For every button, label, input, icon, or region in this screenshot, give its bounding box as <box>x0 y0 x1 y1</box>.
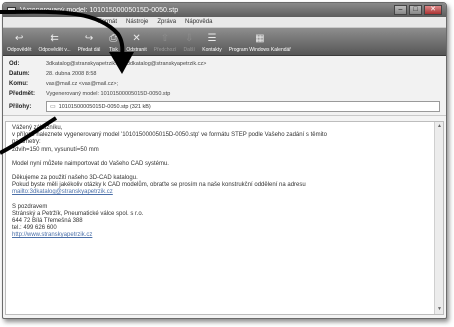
body-line: zdvih=150 mm, vysunutí=50 mm <box>12 146 99 153</box>
message-body[interactable]: Vážený zákazníku, v příloze naleznete vy… <box>5 121 444 315</box>
reply-all-button[interactable]: ⇇ Odpovědět v... <box>38 33 70 53</box>
body-line: Model nyní můžete naimportovat do Vašeho… <box>12 160 169 167</box>
reply-label: Odpovědět <box>7 47 32 53</box>
reply-button[interactable]: ↩ Odpovědět <box>7 33 31 53</box>
subject-value: Vygenerovaný model: 10101500005015D-0050… <box>46 91 171 97</box>
header-subject: Předmět: Vygenerovaný model: 10101500005… <box>9 89 440 99</box>
closing: S pozdravem <box>12 203 48 210</box>
greeting: Vážený zákazníku, <box>12 125 63 131</box>
to-value[interactable]: vas@mail.cz <vas@mail.cz>; <box>46 81 118 87</box>
header-from: Od: 3dkatalog@stranskyapetrzik.cz <3dkat… <box>9 59 440 69</box>
to-label: Komu: <box>9 81 28 87</box>
message-headers: Od: 3dkatalog@stranskyapetrzik.cz <3dkat… <box>3 56 446 116</box>
message-icon <box>7 6 16 14</box>
contacts-label: Kontakty <box>202 47 222 53</box>
previous-icon: ⇧ <box>160 33 170 44</box>
from-value[interactable]: 3dkatalog@stranskyapetrzik.cz <3dkatalog… <box>46 61 206 67</box>
menu-format[interactable]: Formát <box>98 19 117 25</box>
contacts-icon: ☰ <box>207 33 217 44</box>
print-button[interactable]: ⎙ Tisk <box>107 33 119 53</box>
next-label: Další <box>183 47 195 53</box>
header-date: Datum: 28. dubna 2008 8:58 <box>9 69 440 79</box>
menu-tools[interactable]: Nástroje <box>126 19 148 25</box>
reply-all-label: Odpovědět v... <box>38 47 71 53</box>
calendar-icon: ▦ <box>255 33 265 44</box>
reply-all-icon: ⇇ <box>50 33 59 44</box>
scroll-down-icon[interactable]: ▼ <box>435 305 443 314</box>
attachments-label: Přílohy: <box>9 103 32 110</box>
menu-bar: Formát Nástroje Zpráva Nápověda <box>3 17 446 28</box>
header-attachments: Přílohy: ▭ 10101500005015D-0050.stp (321… <box>9 100 440 113</box>
reply-icon: ↩ <box>15 33 24 44</box>
website-link[interactable]: http://www.stranskyapetrzik.cz <box>12 232 92 238</box>
forward-button[interactable]: ↪ Předat dál <box>78 33 101 53</box>
window-title: Vygenerovaný model: 10101500005015D-0050… <box>20 6 179 14</box>
email-link[interactable]: mailto:3dkatalog@stranskyapetrzik.cz <box>12 189 113 195</box>
date-label: Datum: <box>9 71 30 77</box>
calendar-label: Program Windows Kalendář <box>228 47 291 53</box>
menu-message[interactable]: Zpráva <box>157 19 176 25</box>
body-line: parametry: <box>12 139 41 146</box>
subject-label: Předmět: <box>9 91 36 97</box>
forward-label: Předat dál <box>77 47 101 53</box>
next-button[interactable]: ⇩ Další <box>183 33 195 53</box>
toolbar: ↩ Odpovědět ⇇ Odpovědět v... ↪ Předat dá… <box>3 28 446 56</box>
menu-help[interactable]: Nápověda <box>185 19 212 25</box>
delete-button[interactable]: ✕ Odstranit <box>126 33 146 53</box>
next-icon: ⇩ <box>185 33 194 44</box>
previous-button[interactable]: ⇧ Předchozí <box>154 33 177 53</box>
body-line: v příloze naleznete vygenerovaný model '… <box>12 132 327 139</box>
signature-line: tel.: 499 626 600 <box>12 225 57 232</box>
title-bar[interactable]: Vygenerovaný model: 10101500005015D-0050… <box>3 3 446 17</box>
previous-label: Předchozí <box>153 47 177 53</box>
delete-label: Odstranit <box>126 47 147 53</box>
date-value: 28. dubna 2008 8:58 <box>46 71 97 77</box>
header-to: Komu: vas@mail.cz <vas@mail.cz>; <box>9 79 440 89</box>
signature-line: 644 72 Bílá Třemešná 388 <box>12 218 83 225</box>
attachment-item[interactable]: ▭ 10101500005015D-0050.stp (321 kB) <box>46 101 440 112</box>
from-label: Od: <box>9 61 20 67</box>
file-icon: ▭ <box>50 104 56 110</box>
forward-icon: ↪ <box>84 33 94 44</box>
print-label: Tisk <box>108 47 118 53</box>
signature-line: Stránský a Petržík, Pneumatické válce sp… <box>12 210 144 217</box>
body-line: Pokud byste měli jakékoliv otázky k CAD … <box>12 182 306 189</box>
vertical-scrollbar[interactable]: ▲ ▼ <box>434 122 443 314</box>
message-window: Vygenerovaný model: 10101500005015D-0050… <box>2 2 447 319</box>
minimize-button[interactable]: – <box>394 5 407 15</box>
delete-icon: ✕ <box>132 33 141 44</box>
maximize-button[interactable]: □ <box>409 5 422 15</box>
close-button[interactable]: ✕ <box>424 5 442 15</box>
attachment-filename: 10101500005015D-0050.stp (321 kB) <box>58 103 151 110</box>
print-icon: ⎙ <box>109 33 118 44</box>
contacts-button[interactable]: ☰ Kontakty <box>202 33 221 53</box>
scroll-up-icon[interactable]: ▲ <box>435 122 443 131</box>
calendar-button[interactable]: ▦ Program Windows Kalendář <box>229 33 291 53</box>
